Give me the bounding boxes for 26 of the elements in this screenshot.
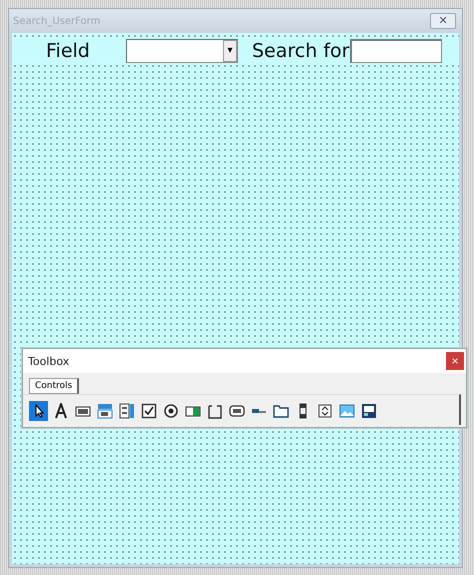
dropdown-button[interactable]: ▾ (223, 40, 237, 62)
search-field[interactable] (350, 39, 442, 63)
spin-icon (316, 403, 332, 419)
listbox-icon (118, 403, 134, 419)
tool-button[interactable] (117, 401, 136, 421)
field-combobox[interactable]: ▾ (126, 39, 238, 63)
tool-button[interactable] (139, 401, 158, 421)
tool-button[interactable] (359, 401, 378, 421)
image-icon (338, 403, 354, 419)
command-button-icon (228, 403, 244, 419)
combobox-icon (96, 403, 112, 419)
tool-button[interactable] (29, 401, 48, 421)
window-title: Search_UserForm (13, 16, 100, 26)
tool-button[interactable] (161, 401, 180, 421)
close-button[interactable]: ✕ (430, 13, 456, 29)
controls-tab[interactable]: Controls (29, 378, 80, 394)
checkbox-icon (140, 403, 156, 419)
tool-button[interactable] (95, 401, 114, 421)
letter-icon (52, 403, 68, 419)
close-button[interactable]: × (446, 352, 464, 370)
radio-icon (162, 403, 178, 419)
folder-icon (272, 403, 288, 419)
frame-icon (206, 403, 222, 419)
toolbox-title: Toolbox (28, 354, 70, 368)
field-label: Field (46, 40, 91, 62)
search-label: Search for (252, 40, 350, 62)
